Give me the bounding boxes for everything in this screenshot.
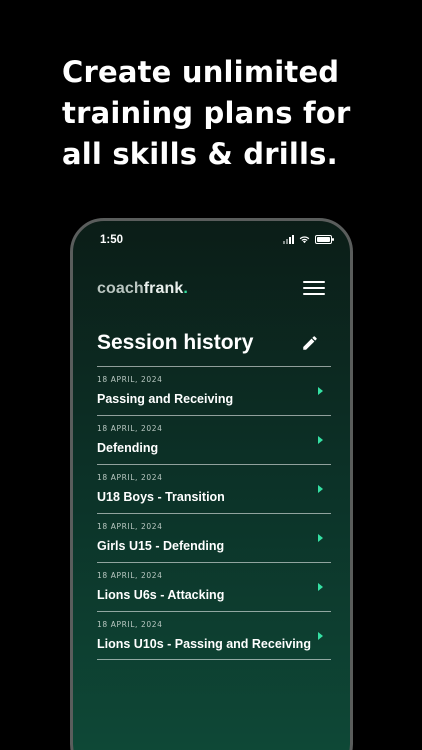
hamburger-menu-icon[interactable] [303,280,325,296]
phone-frame: 1:50 coachfrank. Session history 18 APRI… [70,218,353,750]
session-name: Girls U15 - Defending [97,539,225,553]
session-row[interactable]: 18 APRIL, 2024 Passing and Receiving [97,366,331,415]
session-name: Passing and Receiving [97,392,234,406]
status-icons [283,235,334,244]
session-date: 18 APRIL, 2024 [97,375,163,384]
app-header: coachfrank. [97,278,327,300]
headline-line: Create unlimited [62,55,340,89]
page-title: Session history [97,331,254,354]
coachfrank-logo[interactable]: coachfrank. [97,280,188,297]
session-name: Lions U10s - Passing and Receiving [97,637,311,651]
session-date: 18 APRIL, 2024 [97,473,163,482]
chevron-right-icon [318,632,323,640]
chevron-right-icon [318,387,323,395]
wifi-icon [299,236,310,244]
session-date: 18 APRIL, 2024 [97,571,163,580]
session-row[interactable]: 18 APRIL, 2024 U18 Boys - Transition [97,464,331,513]
chevron-right-icon [318,485,323,493]
cellular-signal-icon [283,235,294,244]
session-row[interactable]: 18 APRIL, 2024 Defending [97,415,331,464]
battery-icon [315,235,334,244]
chevron-right-icon [318,583,323,591]
session-date: 18 APRIL, 2024 [97,620,163,629]
status-time: 1:50 [100,234,124,246]
session-name: U18 Boys - Transition [97,490,225,504]
headline-line: all skills & drills. [62,137,338,171]
session-list: 18 APRIL, 2024 Passing and Receiving 18 … [97,366,331,660]
session-date: 18 APRIL, 2024 [97,522,163,531]
session-date: 18 APRIL, 2024 [97,424,163,433]
status-bar: 1:50 [73,221,350,261]
title-row: Session history [97,331,331,355]
marketing-headline: Create unlimited training plans for all … [62,52,392,175]
pencil-icon[interactable] [301,334,319,352]
headline-line: training plans for [62,96,351,130]
session-name: Defending [97,441,159,455]
session-row[interactable]: 18 APRIL, 2024 Lions U6s - Attacking [97,562,331,611]
chevron-right-icon [318,436,323,444]
session-row[interactable]: 18 APRIL, 2024 Girls U15 - Defending [97,513,331,562]
chevron-right-icon [318,534,323,542]
session-name: Lions U6s - Attacking [97,588,225,602]
session-row[interactable]: 18 APRIL, 2024 Lions U10s - Passing and … [97,611,331,660]
